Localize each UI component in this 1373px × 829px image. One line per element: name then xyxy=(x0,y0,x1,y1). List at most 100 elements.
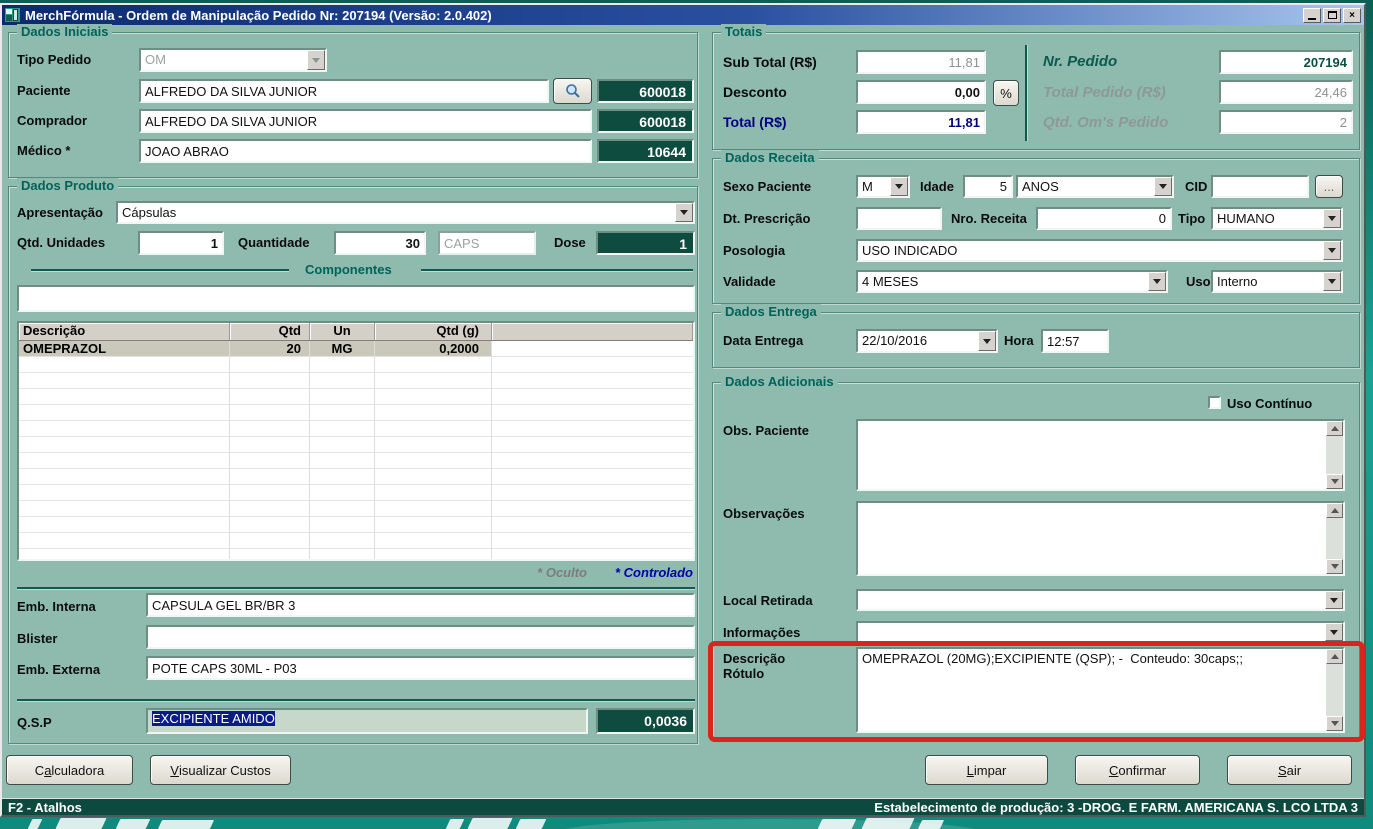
group-dados-adicionais: Dados Adicionais Uso Contínuo Obs. Pacie… xyxy=(712,374,1360,740)
obs-paciente-textarea[interactable] xyxy=(856,419,1345,491)
table-row xyxy=(19,549,693,559)
cid-input[interactable] xyxy=(1211,175,1309,198)
sexo-label: Sexo Paciente xyxy=(723,179,812,194)
medico-input[interactable] xyxy=(139,139,592,163)
maximize-button[interactable] xyxy=(1323,7,1341,23)
oculto-legend: * Oculto xyxy=(537,565,587,580)
table-cell xyxy=(492,469,693,484)
data-entrega-select[interactable]: 22/10/2016 xyxy=(856,329,998,353)
table-cell xyxy=(492,373,693,388)
table-cell xyxy=(492,437,693,452)
group-title: Dados Produto xyxy=(17,178,119,193)
scroll-up-button[interactable] xyxy=(1326,649,1343,664)
idade-input[interactable] xyxy=(963,175,1013,198)
uso-continuo-checkbox[interactable] xyxy=(1208,396,1221,409)
medico-label: Médico * xyxy=(17,143,71,158)
validade-select[interactable]: 4 MESES xyxy=(856,270,1168,293)
scroll-down-button[interactable] xyxy=(1326,474,1343,489)
table-cell xyxy=(492,533,693,548)
dt-prescricao-input[interactable] xyxy=(856,207,942,230)
qsp-label: Q.S.P xyxy=(17,715,52,730)
comprador-code-field: 600018 xyxy=(597,109,694,133)
arrow-up-icon xyxy=(1330,654,1339,659)
scrollbar[interactable] xyxy=(1326,503,1343,574)
table-cell xyxy=(492,453,693,468)
desconto-label: Desconto xyxy=(723,84,787,100)
column-header[interactable]: Qtd (g) xyxy=(375,323,492,340)
quantidade-unit-input[interactable] xyxy=(438,231,536,255)
apresentacao-label: Apresentação xyxy=(17,205,103,220)
table-row xyxy=(19,533,693,549)
cid-lookup-button[interactable]: ... xyxy=(1315,175,1343,198)
informacoes-label: Informações xyxy=(723,625,801,640)
blister-input[interactable] xyxy=(146,625,695,649)
sexo-select[interactable]: M xyxy=(856,175,910,198)
scroll-up-button[interactable] xyxy=(1326,421,1343,436)
scroll-down-button[interactable] xyxy=(1326,716,1343,731)
observacoes-textarea[interactable] xyxy=(856,501,1345,576)
qsp-input[interactable]: EXCIPIENTE AMIDO xyxy=(146,708,588,734)
scroll-up-button[interactable] xyxy=(1326,503,1343,518)
column-header[interactable]: Qtd xyxy=(230,323,310,340)
component-search-input[interactable] xyxy=(17,285,695,312)
table-cell xyxy=(230,485,310,500)
uso-select[interactable]: Interno xyxy=(1211,270,1343,293)
table-cell xyxy=(375,549,492,559)
close-button[interactable]: × xyxy=(1343,7,1361,23)
chevron-down-icon xyxy=(890,177,908,196)
group-title: Dados Entrega xyxy=(721,304,821,319)
observacoes-label: Observações xyxy=(723,506,805,521)
scrollbar[interactable] xyxy=(1326,421,1343,489)
informacoes-select[interactable] xyxy=(856,621,1345,643)
descricao-rotulo-textarea[interactable]: OMEPRAZOL (20MG);EXCIPIENTE (QSP); - Con… xyxy=(856,647,1345,733)
apresentacao-select[interactable]: Cápsulas xyxy=(116,201,695,224)
chevron-down-icon xyxy=(978,331,996,351)
components-table-body: OMEPRAZOL 20 MG 0,2000 xyxy=(19,341,693,559)
local-retirada-select[interactable] xyxy=(856,589,1345,611)
minimize-button[interactable] xyxy=(1303,7,1321,23)
emb-externa-label: Emb. Externa xyxy=(17,662,101,677)
window-title: MerchFórmula - Ordem de Manipulação Pedi… xyxy=(25,7,492,23)
qtd-unidades-input[interactable] xyxy=(138,231,224,255)
hora-input[interactable] xyxy=(1041,329,1109,353)
comprador-input[interactable] xyxy=(139,109,592,133)
table-cell xyxy=(375,389,492,404)
limpar-button[interactable]: Limpar xyxy=(925,755,1048,785)
nro-receita-label: Nro. Receita xyxy=(951,211,1027,226)
table-cell xyxy=(230,469,310,484)
emb-interna-label: Emb. Interna xyxy=(17,599,96,614)
emb-interna-input[interactable] xyxy=(146,593,695,617)
confirmar-button[interactable]: Confirmar xyxy=(1075,755,1200,785)
paciente-input[interactable] xyxy=(139,79,549,103)
percent-button[interactable]: % xyxy=(993,80,1019,106)
table-cell xyxy=(19,469,230,484)
table-cell xyxy=(375,485,492,500)
table-cell xyxy=(492,341,693,356)
desconto-input[interactable] xyxy=(856,80,986,104)
column-header[interactable]: Descrição xyxy=(19,323,230,340)
quantidade-input[interactable] xyxy=(334,231,426,255)
table-cell xyxy=(310,469,375,484)
chevron-down-icon xyxy=(675,203,693,222)
idade-unit-select[interactable]: ANOS xyxy=(1016,175,1174,198)
table-cell xyxy=(492,357,693,372)
emb-externa-input[interactable] xyxy=(146,656,695,680)
table-row[interactable]: OMEPRAZOL 20 MG 0,2000 xyxy=(19,341,693,357)
nro-receita-input[interactable] xyxy=(1036,207,1172,230)
table-cell xyxy=(19,437,230,452)
sair-button[interactable]: Sair xyxy=(1227,755,1352,785)
scrollbar[interactable] xyxy=(1326,649,1343,731)
divider xyxy=(17,699,695,701)
total-label: Total (R$) xyxy=(723,114,787,130)
posologia-select[interactable]: USO INDICADO xyxy=(856,239,1343,262)
calculadora-button[interactable]: Ca lculadora xyxy=(6,755,133,785)
column-header[interactable]: Un xyxy=(310,323,375,340)
table-row xyxy=(19,357,693,373)
visualizar-custos-button[interactable]: Visualizar Custos xyxy=(150,755,291,785)
scroll-down-button[interactable] xyxy=(1326,559,1343,574)
tipo-select[interactable]: HUMANO xyxy=(1211,207,1343,230)
divider xyxy=(421,269,693,271)
tipo-pedido-select[interactable]: OM xyxy=(139,48,327,72)
hora-label: Hora xyxy=(1004,333,1034,348)
paciente-search-button[interactable] xyxy=(553,78,592,104)
